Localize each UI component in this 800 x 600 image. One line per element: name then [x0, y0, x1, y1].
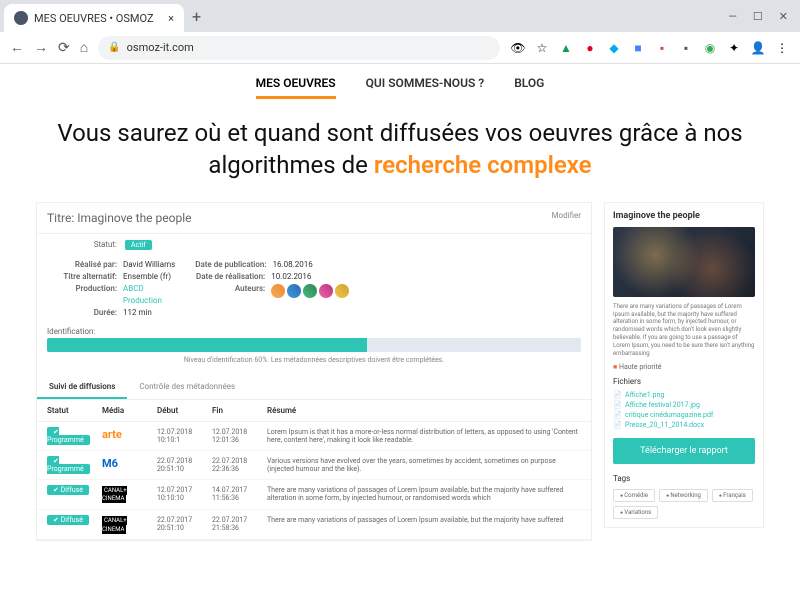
th-resume: Résumé [267, 406, 581, 415]
tag-item[interactable]: Variations [613, 506, 658, 519]
table-header: Statut Média Début Fin Résumé [37, 400, 591, 422]
file-list: Affiche1.pngAffiche festival 2017.jpgcri… [613, 390, 755, 430]
file-item[interactable]: Affiche festival 2017.jpg [613, 400, 755, 410]
minimize-icon[interactable]: — [728, 10, 737, 23]
table-row: ✔ Programméarte12.07.201810:10:112.07.20… [37, 422, 591, 451]
browser-toolbar: ← → ⟳ ⌂ 🔒 osmoz-it.com 👁 ☆ ▲ ● ◆ ■ ▪ ▪ ◉… [0, 32, 800, 64]
work-panel: Titre: Imaginove the people Modifier Sta… [36, 202, 592, 541]
file-item[interactable]: Affiche1.png [613, 390, 755, 400]
download-button[interactable]: Télécharger le rapport [613, 438, 755, 464]
side-column: Imaginove the people There are many vari… [604, 202, 764, 541]
back-icon[interactable]: ← [10, 39, 24, 56]
tab-suivi[interactable]: Suivi de diffusions [37, 376, 127, 399]
new-tab-button[interactable]: + [192, 7, 201, 26]
tab-title: MES OEUVRES • OSMOZ [34, 12, 154, 25]
puzzle-icon[interactable]: ✦ [726, 40, 742, 56]
title-row: Titre: Imaginove the people Modifier [37, 203, 591, 234]
table-row: ✔ DiffuséCANAL+CINEMA22.07.201720:51:102… [37, 510, 591, 540]
close-tab-icon[interactable]: × [168, 12, 174, 25]
row-status-badge: ✔ Diffusé [47, 485, 89, 495]
url-text: osmoz-it.com [127, 41, 194, 54]
tag-item[interactable]: Comédie [613, 489, 655, 502]
tags-label: Tags [613, 474, 755, 483]
identification-row: Identification: Niveau d'identification … [37, 321, 591, 370]
side-panel: Imaginove the people There are many vari… [604, 202, 764, 529]
table-row: ✔ DiffuséCANAL+CINEMA12.07.201710:10:101… [37, 480, 591, 510]
priority-label: Haute priorité [613, 363, 755, 371]
drive-icon[interactable]: ▲ [558, 40, 574, 56]
meta-row: Réalisé par:David WilliamsTitre alternat… [37, 256, 591, 321]
browser-titlebar: MES OEUVRES • OSMOZ × + — ☐ ✕ [0, 0, 800, 32]
tag-item[interactable]: Français [712, 489, 753, 502]
extension-icons: 👁 ☆ ▲ ● ◆ ■ ▪ ▪ ◉ ✦ 👤 ⋮ [510, 40, 790, 56]
ext-icon-2[interactable]: ■ [630, 40, 646, 56]
work-title: Titre: Imaginove the people [47, 211, 192, 225]
th-media: Média [102, 406, 157, 415]
status-row: Statut: Actif [37, 234, 591, 256]
tags-container: Comédie Networking Français Variations [613, 489, 755, 519]
page-content: MES OEUVRES QUI SOMMES-NOUS ? BLOG Vous … [0, 64, 800, 600]
modify-link[interactable]: Modifier [552, 211, 581, 225]
ident-label: Identification: [47, 327, 581, 336]
url-bar[interactable]: 🔒 osmoz-it.com [98, 36, 500, 60]
author-avatars [271, 284, 349, 298]
side-desc: There are many variations of passages of… [613, 303, 755, 358]
ext-icon-3[interactable]: ▪ [654, 40, 670, 56]
media-logo-m6: M6 [102, 457, 118, 470]
th-statut: Statut [47, 406, 102, 415]
table-row: ✔ ProgramméM622.07.201820:51:1022.07.201… [37, 451, 591, 480]
row-status-badge: ✔ Diffusé [47, 515, 89, 525]
profile-icon[interactable]: 👤 [750, 40, 766, 56]
star-icon[interactable]: ☆ [534, 40, 550, 56]
th-debut: Début [157, 406, 212, 415]
nav-mes-oeuvres[interactable]: MES OEUVRES [256, 76, 336, 99]
file-item[interactable]: critique cinédumagazine.pdf [613, 410, 755, 420]
side-image [613, 227, 755, 297]
ext-icon-5[interactable]: ◉ [702, 40, 718, 56]
pinterest-icon[interactable]: ● [582, 40, 598, 56]
favicon [14, 11, 28, 25]
th-fin: Fin [212, 406, 267, 415]
row-status-badge: ✔ Programmé [47, 456, 90, 474]
home-icon[interactable]: ⌂ [80, 39, 88, 56]
hero-text: Vous saurez où et quand sont diffusées v… [0, 107, 800, 202]
side-title: Imaginove the people [613, 211, 755, 221]
eye-icon[interactable]: 👁 [510, 40, 526, 56]
close-window-icon[interactable]: ✕ [779, 10, 788, 23]
maximize-icon[interactable]: ☐ [753, 10, 763, 23]
status-badge: Actif [125, 240, 152, 250]
hero-highlight: recherche complexe [374, 151, 592, 179]
progress-fill [47, 338, 367, 352]
browser-tab[interactable]: MES OEUVRES • OSMOZ × [4, 4, 184, 32]
nav-qui-sommes[interactable]: QUI SOMMES-NOUS ? [366, 76, 485, 99]
main-nav: MES OEUVRES QUI SOMMES-NOUS ? BLOG [0, 64, 800, 107]
inner-tabs: Suivi de diffusions Contrôle des métadon… [37, 376, 591, 400]
ident-hint: Niveau d'identification 60%. Les métadon… [47, 356, 581, 364]
forward-icon[interactable]: → [34, 39, 48, 56]
menu-icon[interactable]: ⋮ [774, 40, 790, 56]
nav-blog[interactable]: BLOG [514, 76, 544, 99]
row-status-badge: ✔ Programmé [47, 427, 90, 445]
window-controls: — ☐ ✕ [728, 10, 796, 23]
media-logo-canal: CANAL+CINEMA [102, 486, 127, 504]
dashboard: Titre: Imaginove the people Modifier Sta… [0, 202, 800, 561]
media-logo-canal: CANAL+CINEMA [102, 516, 127, 534]
reload-icon[interactable]: ⟳ [58, 40, 70, 56]
tab-controle[interactable]: Contrôle des métadonnées [127, 376, 247, 399]
media-logo-arte: arte [102, 428, 122, 441]
lock-icon: 🔒 [108, 42, 120, 53]
ext-icon-4[interactable]: ▪ [678, 40, 694, 56]
file-item[interactable]: Presse_20_11_2014.docx [613, 420, 755, 430]
status-label: Statut: [47, 240, 117, 249]
progress-bar [47, 338, 581, 352]
files-label: Fichiers [613, 377, 755, 386]
ext-icon-1[interactable]: ◆ [606, 40, 622, 56]
tag-item[interactable]: Networking [659, 489, 708, 502]
